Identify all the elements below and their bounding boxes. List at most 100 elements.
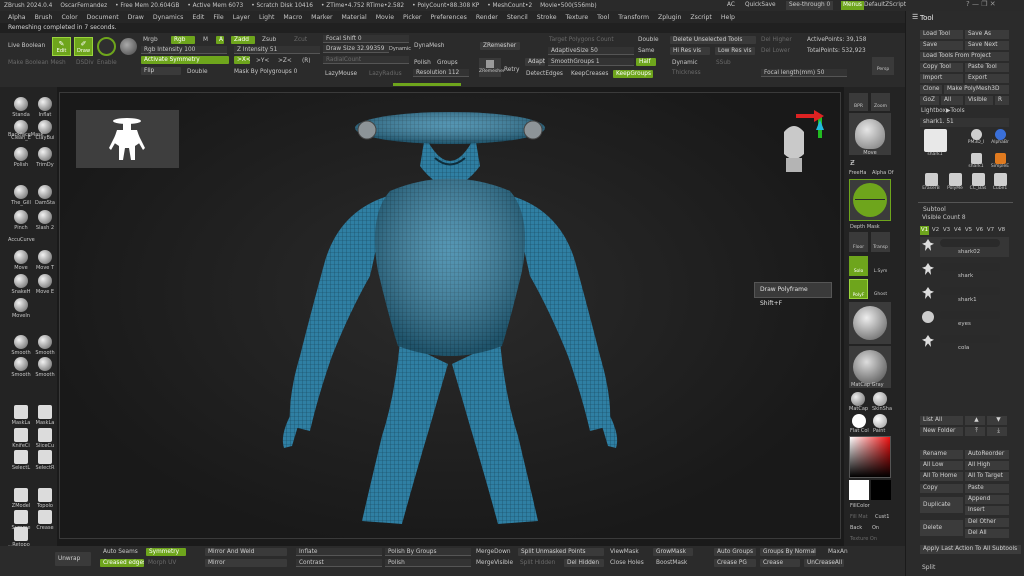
menu-color[interactable]: Color <box>61 14 77 21</box>
menu-material[interactable]: Material <box>342 14 367 21</box>
character-model[interactable] <box>270 96 650 536</box>
draw-size-slider[interactable]: Draw Size 32.99359 <box>323 45 389 53</box>
menu-marker[interactable]: Marker <box>311 14 332 21</box>
quicksave-button[interactable]: QuickSave <box>745 2 776 8</box>
export-button[interactable]: Export <box>965 74 1009 83</box>
see-through-slider[interactable]: See-through 0 <box>786 1 834 10</box>
main-color-swatch[interactable] <box>849 480 869 500</box>
brush-slash[interactable]: Slash 2 <box>32 210 58 231</box>
brush-crease[interactable]: Crease <box>32 510 58 531</box>
tool-thumbnail[interactable]: SimpleE <box>990 153 1010 171</box>
cust-label[interactable]: Cust1 <box>875 514 889 520</box>
split-unmasked-points-button[interactable]: Split Unmasked Points <box>518 548 604 556</box>
menu-stroke[interactable]: Stroke <box>537 14 557 21</box>
move-brush-button[interactable]: Move <box>849 113 891 156</box>
activate-symmetry-button[interactable]: Activate Symmetry <box>141 56 229 64</box>
all-low-button[interactable]: All Low <box>920 461 963 470</box>
menu-picker[interactable]: Picker <box>403 14 421 21</box>
lightbox-tools-button[interactable]: Lightbox▶Tools <box>921 108 965 114</box>
secondary-color-swatch[interactable] <box>871 480 891 500</box>
del-hidden-button[interactable]: Del Hidden <box>564 559 604 567</box>
uncrease-all-button[interactable]: UnCreaseAll <box>804 559 844 567</box>
brush-zmodel[interactable]: ZModel <box>8 488 34 509</box>
clone-button[interactable]: Clone <box>920 85 942 94</box>
x-axis-button[interactable]: >X< <box>234 56 250 64</box>
delete-unselected-tools-button[interactable]: Delete Unselected Tools <box>670 36 756 44</box>
menu-file[interactable]: File <box>213 14 223 21</box>
detect-edges-button[interactable]: DetectEdges <box>526 70 563 78</box>
save-next-button[interactable]: Save Next <box>965 41 1009 50</box>
tool-thumbnail[interactable]: PM3D_I <box>966 129 986 147</box>
paste-button[interactable]: Paste <box>965 484 1009 493</box>
auto-seams-button[interactable]: Auto Seams <box>103 548 138 556</box>
brush-polish[interactable]: Polish <box>8 147 34 168</box>
subtool-visibility-toggle[interactable] <box>940 239 1000 247</box>
menu-brush[interactable]: Brush <box>35 14 53 21</box>
contrast-slider[interactable]: Contrast <box>296 559 382 567</box>
brush-accucurve[interactable]: AccuCurve <box>8 237 58 243</box>
brush-movein[interactable]: MoveIn <box>8 298 34 319</box>
flip-button[interactable]: Flip <box>141 67 181 75</box>
bpr-button[interactable]: BPR <box>849 93 868 111</box>
edit-mode-button[interactable]: ✎ Edit <box>52 37 71 56</box>
subtool-visibility-toggle[interactable] <box>940 311 1000 319</box>
brush-masklasso[interactable]: MaskLa <box>8 405 34 426</box>
hi-res-vis-button[interactable]: Hi Res vis <box>670 47 710 55</box>
color-picker[interactable] <box>849 436 891 478</box>
all-button[interactable]: All <box>941 96 963 105</box>
resolution-slider[interactable]: Resolution 112 <box>413 69 469 77</box>
z-axis-button[interactable]: >Z< <box>278 57 292 65</box>
merge-down-button[interactable]: MergeDown <box>476 548 511 556</box>
append-button[interactable]: Append <box>965 495 1009 504</box>
move-top-icon[interactable]: ⤒ <box>965 427 985 436</box>
save-button[interactable]: Save <box>920 41 963 50</box>
insert-button[interactable]: Insert <box>965 506 1009 515</box>
brush-masklasso2[interactable]: MaskLa <box>32 405 58 426</box>
menu-light[interactable]: Light <box>259 14 274 21</box>
menus-button[interactable]: Menus <box>841 1 864 10</box>
subtool-visibility-toggle[interactable] <box>940 263 1000 271</box>
grow-mask-button[interactable]: GrowMask <box>653 548 693 556</box>
groups-by-normals-button[interactable]: Groups By Normals <box>760 548 816 556</box>
mirror-and-weld-button[interactable]: Mirror And Weld <box>205 548 287 556</box>
menu-zscript[interactable]: Zscript <box>690 14 711 21</box>
del-higher-button[interactable]: Del Higher <box>761 36 792 44</box>
dynamic-subdiv-button[interactable]: Dynamic <box>672 59 698 67</box>
tool-thumbnail[interactable]: CC_Bas <box>968 173 988 193</box>
move-bottom-icon[interactable]: ⤓ <box>987 427 1007 436</box>
lsym-button[interactable]: L.Sym <box>871 256 890 276</box>
load-tool-button[interactable]: Load Tool <box>920 30 963 39</box>
stroke-icon[interactable]: ƶ <box>850 158 855 168</box>
help-icon[interactable]: ? <box>966 0 970 8</box>
brush-pinch[interactable]: Pinch <box>8 210 34 231</box>
zoom-button[interactable]: Zoom <box>871 93 890 111</box>
move-mode-button[interactable] <box>97 37 116 56</box>
version-tab-v5[interactable]: V5 <box>964 226 973 235</box>
duplicate-button[interactable]: Duplicate <box>920 497 963 513</box>
y-axis-button[interactable]: >Y< <box>256 57 269 65</box>
floor-button[interactable]: Floor <box>849 232 868 252</box>
subtool-visibility-toggle[interactable] <box>940 287 1000 295</box>
mask-by-polygroups-slider[interactable]: Mask By Polygroups 0 <box>234 68 297 76</box>
polish-button[interactable]: Polish <box>414 59 431 67</box>
crease-pg-button[interactable]: Crease PG <box>714 559 756 567</box>
apply-last-action-button[interactable]: Apply Last Action To All Subtools <box>920 545 1021 554</box>
transp-button[interactable]: Transp <box>871 232 890 252</box>
subtool-header[interactable]: Subtool <box>923 206 946 213</box>
focal-shift-slider[interactable]: Focal Shift 0 <box>323 35 409 43</box>
back-label[interactable]: Back <box>850 525 862 531</box>
auto-reorder-button[interactable]: AutoReorder <box>965 450 1009 459</box>
minimize-icon[interactable]: — <box>972 0 979 8</box>
texture-on-label[interactable]: Texture On <box>850 536 877 542</box>
brush-selectrect[interactable]: SelectR <box>32 450 58 471</box>
retry-button[interactable]: Retry <box>504 66 519 74</box>
keep-creases-button[interactable]: KeepCreases <box>571 70 608 78</box>
menu-stencil[interactable]: Stencil <box>507 14 528 21</box>
rgb-intensity-slider[interactable]: Rgb Intensity 100 <box>141 46 227 54</box>
polyf-button[interactable]: PolyF <box>849 279 868 299</box>
morph-uv-button[interactable]: Morph UV <box>148 559 176 567</box>
close-icon[interactable]: ✕ <box>990 0 996 8</box>
menu-texture[interactable]: Texture <box>566 14 589 21</box>
solo-button[interactable]: Solo <box>849 256 868 276</box>
tool-thumbnail[interactable]: EraserB <box>920 173 942 193</box>
